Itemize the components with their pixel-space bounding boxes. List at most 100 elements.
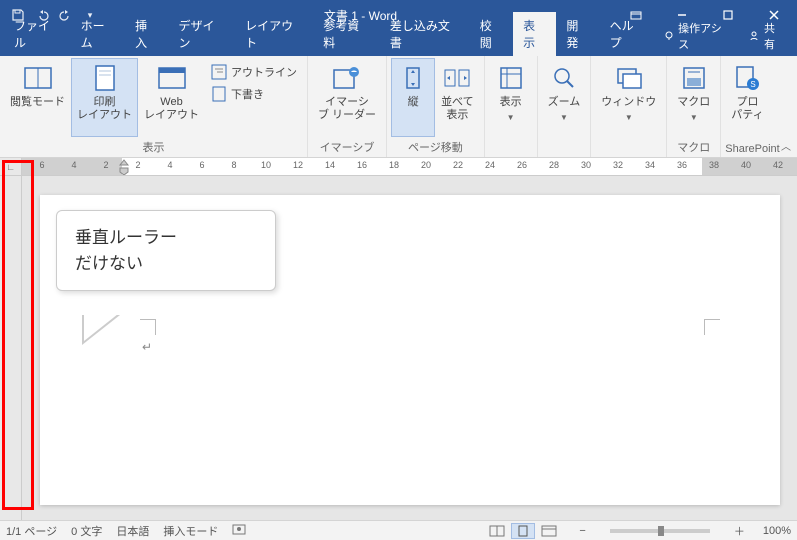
tab-selector[interactable]: ∟ — [0, 158, 22, 176]
ribbon-group-views: 閲覧モード 印刷 レイアウト Web レイアウト アウトライン 下書き 表示 — [0, 56, 308, 157]
macro-icon — [678, 62, 710, 94]
qat-customize-icon[interactable]: ▾ — [80, 5, 100, 25]
print-layout-view-button[interactable] — [511, 523, 535, 539]
web-layout-button[interactable]: Web レイアウト — [138, 58, 205, 137]
side-by-side-button[interactable]: 並べて 表示 — [435, 58, 480, 137]
ruler-number: 4 — [71, 160, 76, 170]
vertical-icon — [397, 62, 429, 94]
ruler-number: 2 — [103, 160, 108, 170]
ruler-number: 14 — [325, 160, 335, 170]
draft-button[interactable]: 下書き — [207, 84, 301, 104]
callout-line2: だけない — [75, 251, 257, 277]
tab-view[interactable]: 表示 — [513, 12, 556, 56]
immersive-reader-button[interactable]: イマーシ ブ リーダー — [312, 58, 382, 137]
chevron-down-icon: ▼ — [507, 113, 515, 122]
margin-corner-mark — [704, 319, 720, 335]
ruler-area: ∟ 64224681012141618202224262830323436384… — [0, 158, 797, 176]
ruler-number: 42 — [773, 160, 783, 170]
ruler-number: 38 — [709, 160, 719, 170]
read-mode-icon — [22, 62, 54, 94]
ruler-number: 26 — [517, 160, 527, 170]
collapse-ribbon-button[interactable]: ︿ — [781, 138, 791, 153]
ruler-number: 22 — [453, 160, 463, 170]
window-icon — [613, 62, 645, 94]
tab-developer[interactable]: 開発 — [556, 12, 599, 56]
print-layout-button[interactable]: 印刷 レイアウト — [71, 58, 138, 137]
ruler-number: 8 — [231, 160, 236, 170]
group-label-sharepoint: SharePoint — [725, 141, 779, 157]
undo-icon[interactable] — [32, 5, 52, 25]
read-mode-view-button[interactable] — [485, 523, 509, 539]
draft-icon — [211, 86, 227, 102]
group-label-window — [595, 153, 662, 157]
group-label-zoom — [542, 153, 587, 157]
indent-marker-icon[interactable] — [118, 158, 130, 175]
tab-review[interactable]: 校閲 — [470, 12, 513, 56]
web-layout-icon — [156, 62, 188, 94]
zoom-out-button[interactable]: − — [575, 525, 589, 537]
chevron-down-icon: ▼ — [690, 113, 698, 122]
redo-icon[interactable] — [56, 5, 76, 25]
ruler-number: 40 — [741, 160, 751, 170]
ribbon-group-page-move: 縦 並べて 表示 ページ移動 — [387, 56, 485, 157]
side-by-side-icon — [441, 62, 473, 94]
macro-record-icon[interactable] — [232, 523, 246, 538]
tab-references[interactable]: 参考資料 — [313, 12, 380, 56]
ribbon-group-window: ウィンドウ ▼ — [591, 56, 667, 157]
ruler-number: 24 — [485, 160, 495, 170]
window-dropdown-button[interactable]: ウィンドウ ▼ — [595, 58, 662, 153]
ruler-number: 2 — [135, 160, 140, 170]
immersive-reader-icon — [331, 62, 363, 94]
status-language[interactable]: 日本語 — [116, 523, 149, 539]
tab-design[interactable]: デザイン — [168, 12, 235, 56]
tab-help[interactable]: ヘルプ — [600, 12, 655, 56]
zoom-icon — [548, 62, 580, 94]
property-icon: S — [731, 62, 763, 94]
show-dropdown-button[interactable]: 表示 ▼ — [489, 58, 533, 153]
ribbon: 閲覧モード 印刷 レイアウト Web レイアウト アウトライン 下書き 表示 イ… — [0, 56, 797, 158]
read-mode-button[interactable]: 閲覧モード — [4, 58, 71, 137]
ruler-number: 6 — [199, 160, 204, 170]
zoom-slider[interactable] — [610, 529, 710, 533]
statusbar: 1/1 ページ 0 文字 日本語 挿入モード − ＋ 100% — [0, 520, 797, 540]
group-label-immersive: イマーシブ — [312, 137, 382, 157]
share-icon — [748, 30, 759, 42]
tab-layout[interactable]: レイアウト — [235, 12, 313, 56]
save-icon[interactable] — [8, 5, 28, 25]
zoom-in-button[interactable]: ＋ — [730, 523, 749, 539]
chevron-down-icon: ▼ — [560, 113, 568, 122]
outline-button[interactable]: アウトライン — [207, 62, 301, 82]
vertical-button[interactable]: 縦 — [391, 58, 435, 137]
web-layout-view-button[interactable] — [537, 523, 561, 539]
group-label-macro: マクロ — [671, 137, 716, 157]
group-label-page-move: ページ移動 — [391, 137, 480, 157]
ruler-number: 12 — [293, 160, 303, 170]
ruler-number: 36 — [677, 160, 687, 170]
ruler-number: 4 — [167, 160, 172, 170]
print-layout-icon — [89, 62, 121, 94]
vertical-ruler-strip — [0, 176, 22, 520]
ribbon-group-macro: マクロ ▼ マクロ — [667, 56, 721, 157]
zoom-dropdown-button[interactable]: ズーム ▼ — [542, 58, 587, 153]
ruler-number: 10 — [261, 160, 271, 170]
paragraph-mark-icon: ↵ — [142, 340, 152, 354]
horizontal-ruler[interactable]: 6422468101214161820222426283032343638404… — [22, 158, 797, 175]
ribbon-tabs: ファイル ホーム 挿入 デザイン レイアウト 参考資料 差し込み文書 校閲 表示… — [0, 30, 797, 56]
status-page[interactable]: 1/1 ページ — [6, 523, 57, 539]
zoom-percent[interactable]: 100% — [763, 525, 791, 537]
margin-corner-mark — [140, 319, 156, 335]
tab-mailings[interactable]: 差し込み文書 — [380, 12, 470, 56]
share-button[interactable]: 共有 — [740, 16, 793, 56]
tell-me-button[interactable]: 操作アシス — [655, 16, 739, 56]
annotation-callout: 垂直ルーラー だけない — [56, 210, 276, 291]
status-word-count[interactable]: 0 文字 — [71, 523, 102, 539]
view-shortcut-buttons — [485, 523, 561, 539]
ruler-number: 30 — [581, 160, 591, 170]
property-button[interactable]: S プロ パティ — [725, 58, 769, 141]
macro-button[interactable]: マクロ ▼ — [671, 58, 716, 137]
status-insert-mode[interactable]: 挿入モード — [163, 523, 218, 539]
ruler-number: 20 — [421, 160, 431, 170]
tab-insert[interactable]: 挿入 — [125, 12, 168, 56]
ribbon-group-immersive: イマーシ ブ リーダー イマーシブ — [308, 56, 387, 157]
ruler-number: 18 — [389, 160, 399, 170]
